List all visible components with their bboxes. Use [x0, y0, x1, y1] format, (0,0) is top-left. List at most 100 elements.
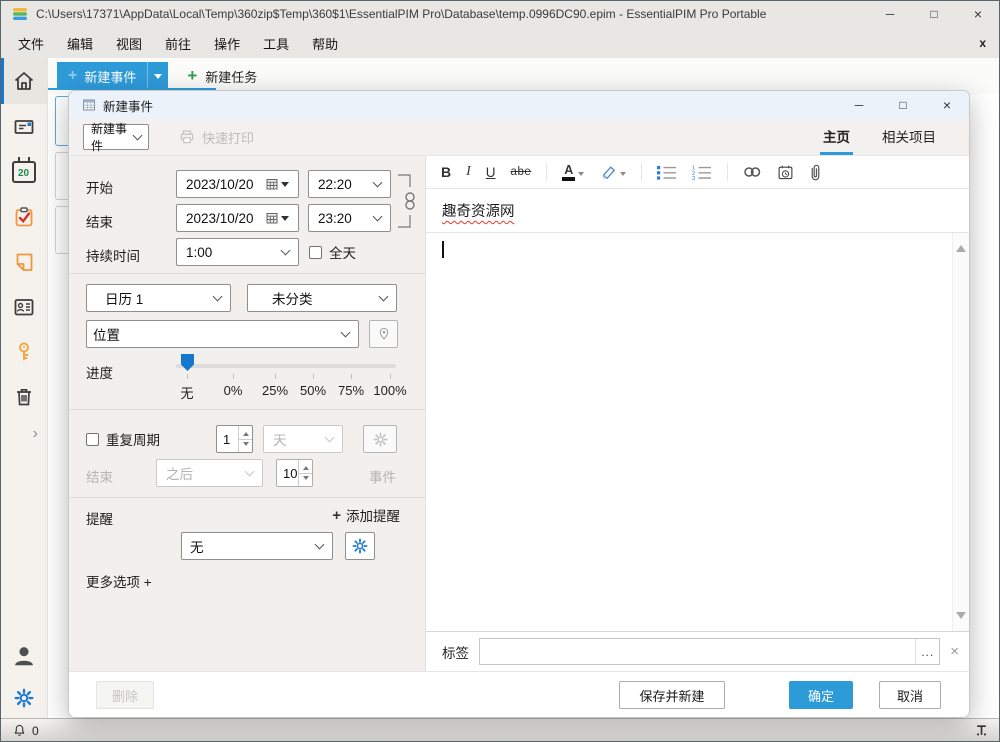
sidebar-item-today[interactable]	[0, 58, 47, 104]
bell-icon[interactable]	[12, 723, 27, 738]
duration-field[interactable]: 1:00	[176, 238, 299, 266]
attach-file-button[interactable]	[809, 163, 822, 182]
progress-slider-handle[interactable]	[181, 354, 194, 371]
new-event-dropdown[interactable]	[147, 62, 168, 90]
sidebar-item-contacts[interactable]	[0, 284, 47, 329]
end-time-field[interactable]: 23:20	[308, 204, 391, 232]
chevron-down-icon	[379, 291, 389, 301]
sidebar-item-tasks[interactable]	[0, 194, 47, 239]
allday-checkbox-group[interactable]: 全天	[309, 238, 356, 266]
sidebar-item-mail[interactable]	[0, 104, 47, 149]
recurrence-unit-select[interactable]: 天	[263, 425, 343, 453]
numbered-list-button[interactable]: 123	[692, 165, 712, 180]
tab-home[interactable]: 主页	[820, 119, 853, 155]
map-pin-button[interactable]	[369, 320, 398, 348]
add-reminder-label: 添加提醒	[346, 505, 400, 525]
location-combobox[interactable]: 位置	[86, 320, 359, 348]
recurrence-end-count-stepper[interactable]: 10	[276, 459, 313, 487]
cancel-button[interactable]: 取消	[879, 681, 941, 709]
dialog-footer: 删除 保存并新建 确定 取消	[69, 671, 969, 717]
recurrence-settings-button[interactable]	[363, 425, 397, 453]
editor-scrollbar[interactable]	[952, 233, 969, 631]
menu-tools[interactable]: 工具	[259, 32, 293, 55]
dialog-close-button[interactable]: ×	[925, 91, 969, 119]
category-select[interactable]: 未分类	[247, 284, 397, 312]
underline-button[interactable]: U	[486, 165, 496, 180]
panel-close-x[interactable]: x	[979, 36, 986, 50]
tags-more-button[interactable]: ...	[915, 639, 939, 664]
status-grip-icon	[975, 724, 988, 737]
menu-actions[interactable]: 操作	[210, 32, 244, 55]
strikethrough-button[interactable]: abe	[511, 166, 532, 178]
sidebar-item-calendar[interactable]: 20	[0, 149, 47, 194]
new-event-button[interactable]: + 新建事件	[57, 62, 168, 90]
date-picker-icon	[266, 212, 278, 224]
insert-link-button[interactable]	[743, 165, 762, 179]
font-color-button[interactable]: A	[562, 164, 584, 181]
chevron-down-icon	[341, 327, 351, 337]
sidebar-item-trash[interactable]	[0, 374, 47, 419]
tags-clear-icon[interactable]: ×	[950, 643, 959, 660]
italic-button[interactable]: I	[466, 164, 471, 180]
dialog-tabs: 主页 相关项目	[820, 119, 939, 155]
recurrence-end-mode-select[interactable]: 之后	[156, 459, 263, 487]
calendar-select[interactable]: 日历 1	[86, 284, 231, 312]
sidebar-item-settings[interactable]	[0, 678, 47, 718]
dialog-title: 新建事件	[103, 96, 837, 115]
dialog-maximize-button[interactable]: □	[881, 91, 925, 119]
highlight-button[interactable]	[599, 164, 626, 181]
progress-slider-track[interactable]	[176, 364, 396, 368]
scroll-up-icon[interactable]	[956, 240, 966, 252]
tags-input[interactable]	[480, 639, 915, 664]
minimize-button[interactable]: ─	[868, 0, 912, 28]
caret-down-icon	[578, 172, 584, 179]
event-notes-editor[interactable]	[426, 233, 969, 631]
menu-help[interactable]: 帮助	[308, 32, 342, 55]
start-time-field[interactable]: 22:20	[308, 170, 391, 198]
allday-checkbox[interactable]	[309, 246, 322, 259]
start-date-field[interactable]: 2023/10/20	[176, 170, 299, 198]
recurrence-checkbox[interactable]	[86, 433, 99, 446]
menu-view[interactable]: 视图	[112, 32, 146, 55]
sidebar-item-notes[interactable]	[0, 239, 47, 284]
editor-panel: B I U abe A 123	[426, 156, 969, 671]
close-button[interactable]: ×	[956, 0, 1000, 28]
tab-related-items[interactable]: 相关项目	[879, 119, 939, 155]
stepper-up-icon[interactable]	[299, 460, 312, 473]
recurrence-end-mode-value: 之后	[166, 463, 193, 483]
stepper-down-icon[interactable]	[239, 439, 252, 453]
menu-go[interactable]: 前往	[161, 32, 195, 55]
sidebar-item-profile[interactable]	[0, 633, 47, 678]
item-type-select[interactable]: 新建事件	[83, 124, 149, 150]
scroll-down-icon[interactable]	[956, 612, 966, 624]
calendar-select-value: 日历 1	[105, 288, 143, 308]
add-reminder-button[interactable]: + 添加提醒	[332, 504, 400, 526]
sidebar-expand-chevron[interactable]: ›	[0, 419, 47, 449]
quick-print-button[interactable]: 快速打印	[179, 119, 254, 155]
tags-field[interactable]: ...	[479, 638, 940, 665]
reminder-settings-button[interactable]	[345, 532, 375, 560]
stepper-up-icon[interactable]	[239, 426, 252, 439]
new-task-button[interactable]: + 新建任务	[187, 66, 257, 86]
category-select-value: 未分类	[272, 288, 313, 308]
bullet-list-button[interactable]	[657, 165, 677, 180]
reminder-select[interactable]: 无	[181, 532, 333, 560]
insert-date-button[interactable]	[777, 164, 794, 181]
menu-edit[interactable]: 编辑	[63, 32, 97, 55]
maximize-button[interactable]: □	[912, 0, 956, 28]
dialog-minimize-button[interactable]: ─	[837, 91, 881, 119]
save-and-new-button[interactable]: 保存并新建	[619, 681, 725, 709]
menu-file[interactable]: 文件	[14, 32, 48, 55]
toolbar-divider	[641, 163, 642, 181]
recurrence-interval-stepper[interactable]: 1	[216, 425, 253, 453]
event-title-field[interactable]: 趣奇资源网	[426, 189, 969, 233]
more-options-link[interactable]: 更多选项 +	[86, 571, 152, 591]
recurrence-checkbox-group[interactable]: 重复周期	[86, 425, 160, 453]
delete-button[interactable]: 删除	[96, 681, 154, 709]
sidebar-item-passwords[interactable]	[0, 329, 47, 374]
bold-button[interactable]: B	[441, 164, 451, 180]
ok-button[interactable]: 确定	[789, 681, 853, 709]
stepper-down-icon[interactable]	[299, 473, 312, 487]
end-date-field[interactable]: 2023/10/20	[176, 204, 299, 232]
duration-label: 持续时间	[86, 245, 140, 265]
